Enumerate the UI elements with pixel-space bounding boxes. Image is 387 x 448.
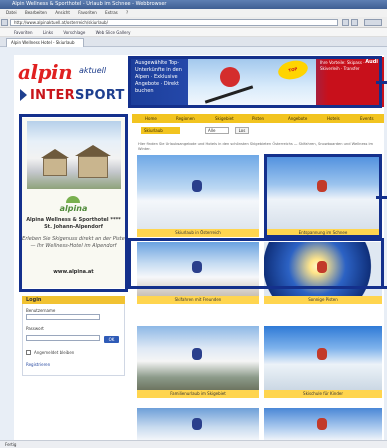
ad-link[interactable]: www.alpina.at <box>22 269 125 275</box>
photo-tile[interactable] <box>264 408 382 440</box>
menu-view[interactable]: Ansicht <box>55 10 70 15</box>
subnav-active-tab[interactable]: Skiurlaub <box>141 127 180 134</box>
highlight-arrow-icon <box>376 196 387 199</box>
figure-shape <box>317 348 327 360</box>
highlight-arrow-icon <box>376 81 387 84</box>
hotel-photo[interactable] <box>27 121 121 189</box>
figure-shape <box>317 418 327 430</box>
intro-text: Hier finden Sie Urlaubsangebote und Hote… <box>138 142 374 151</box>
menu-file[interactable]: Datei <box>6 10 17 15</box>
nav-item[interactable]: Skigebiet <box>215 114 234 123</box>
address-bar[interactable]: http://www.alpinaktuell.at/osterreich/sk… <box>10 19 338 26</box>
alpina-logo-icon <box>66 196 80 203</box>
menu-tools[interactable]: Extras <box>105 10 118 15</box>
login-button[interactable]: OK <box>104 336 119 343</box>
username-field[interactable] <box>26 314 100 320</box>
figure-shape <box>192 261 202 273</box>
intersport-arrow-icon <box>20 89 27 101</box>
bookmark-item[interactable]: Vorschlage <box>63 30 85 35</box>
site-logo-sub: aktuell <box>79 66 107 75</box>
nav-item[interactable]: Home <box>145 114 157 123</box>
tile-caption[interactable]: Skiurlaub in Österreich <box>137 229 259 237</box>
figure-shape <box>317 180 327 192</box>
photo-tile[interactable] <box>137 408 259 440</box>
hotel-building <box>43 158 67 176</box>
intersport-logo-a: INTER <box>30 88 75 103</box>
tile-photo[interactable] <box>137 242 259 296</box>
alpina-logo: alpina <box>59 204 88 213</box>
stop-icon[interactable] <box>351 19 358 26</box>
filter-go-button[interactable]: Los <box>235 127 249 134</box>
banner-skier-icon <box>220 67 240 87</box>
site-logo[interactable]: alpin <box>18 60 73 84</box>
menu-favorites[interactable]: Favoriten <box>78 10 97 15</box>
window-title-bar: Alpin Wellness & Sporthotel - Urlaub im … <box>0 0 387 9</box>
roof-shape <box>75 145 111 156</box>
tile-photo[interactable] <box>137 326 259 390</box>
remember-checkbox[interactable] <box>26 350 31 355</box>
main-nav: Home Regionen Skigebiet Pisten Angebote … <box>132 114 384 123</box>
hotel-building <box>78 156 108 178</box>
photo-tile[interactable]: Skifahren mit Freunden <box>137 242 259 304</box>
nav-item[interactable]: Angebote <box>288 114 307 123</box>
photo-tile[interactable]: Familienurlaub im Skigebiet <box>137 326 259 398</box>
ad-title: Alpina Wellness & Sporthotel **** St. Jo… <box>26 217 121 230</box>
tile-photo[interactable] <box>264 326 382 390</box>
tile-caption[interactable]: Skifahren mit Freunden <box>137 296 259 304</box>
search-icon[interactable] <box>364 19 382 26</box>
tile-photo[interactable] <box>137 155 259 229</box>
login-heading: Login <box>22 296 125 304</box>
menu-edit[interactable]: Bearbeiten <box>25 10 47 15</box>
figure-shape <box>192 348 202 360</box>
browser-tab[interactable]: Alpin Wellness Hotel - Skiurlaub <box>6 38 84 47</box>
remember-label: Angemeldet bleiben <box>34 350 75 355</box>
banner-text: Ausgewählte Top-Unterkünfte in den Alpen… <box>135 60 182 94</box>
nav-item[interactable]: Hotels <box>327 114 340 123</box>
banner-brand: Audi <box>365 59 378 65</box>
bookmarks-bar: Favoriten Links Vorschlage Web Slice Gal… <box>0 28 387 37</box>
password-field[interactable] <box>26 335 100 341</box>
figure-shape <box>192 418 202 430</box>
browser-window: { "browser": { "title": "Alpin Wellness … <box>0 0 387 448</box>
filter-select[interactable]: Alle <box>205 127 229 134</box>
refresh-icon[interactable] <box>342 19 349 26</box>
tile-caption[interactable]: Entspannung im Schnee <box>264 229 382 237</box>
roof-shape <box>41 149 69 158</box>
photo-tile[interactable]: Skiurlaub in Österreich <box>137 155 259 237</box>
address-row: http://www.alpinaktuell.at/osterreich/sk… <box>0 17 387 28</box>
figure-shape <box>317 261 327 273</box>
tile-caption[interactable]: Skischule für Kinder <box>264 390 382 398</box>
menu-bar: Datei Bearbeiten Ansicht Favoriten Extra… <box>0 9 387 17</box>
photo-tile[interactable]: Sonnige Pisten <box>264 242 382 304</box>
intersport-logo[interactable]: INTERSPORT <box>30 88 125 103</box>
tile-caption[interactable]: Sonnige Pisten <box>264 296 382 304</box>
menu-help[interactable]: ? <box>126 10 128 15</box>
tile-caption[interactable]: Familienurlaub im Skigebiet <box>137 390 259 398</box>
highlight-arrow-icon <box>376 286 387 289</box>
password-label: Passwort <box>26 326 44 331</box>
nav-item[interactable]: Regionen <box>176 114 195 123</box>
photo-tile[interactable]: Skischule für Kinder <box>264 326 382 398</box>
tile-photo[interactable] <box>137 408 259 440</box>
username-label: Benutzername <box>26 308 56 313</box>
bookmark-item[interactable]: Favoriten <box>14 30 33 35</box>
top-banner-ad[interactable]: Ausgewählte Top-Unterkünfte in den Alpen… <box>130 57 384 107</box>
back-icon[interactable] <box>1 19 8 26</box>
ad-body: Erleben Sie Skigenuss direkt an der Pist… <box>22 236 125 249</box>
tab-strip: Alpin Wellness Hotel - Skiurlaub <box>0 37 387 47</box>
bookmark-item[interactable]: Links <box>43 30 53 35</box>
bookmark-item[interactable]: Web Slice Gallery <box>96 30 131 35</box>
tile-photo[interactable] <box>264 408 382 440</box>
tile-photo[interactable] <box>264 155 382 229</box>
register-link[interactable]: Registrieren <box>26 362 50 367</box>
nav-item[interactable]: Events <box>360 114 374 123</box>
nav-item[interactable]: Pisten <box>252 114 264 123</box>
intersport-logo-b: SPORT <box>74 88 125 103</box>
status-bar: Fertig <box>0 440 387 448</box>
photo-tile[interactable]: Entspannung im Schnee <box>264 155 382 237</box>
tile-photo[interactable] <box>264 242 382 296</box>
figure-shape <box>192 180 202 192</box>
